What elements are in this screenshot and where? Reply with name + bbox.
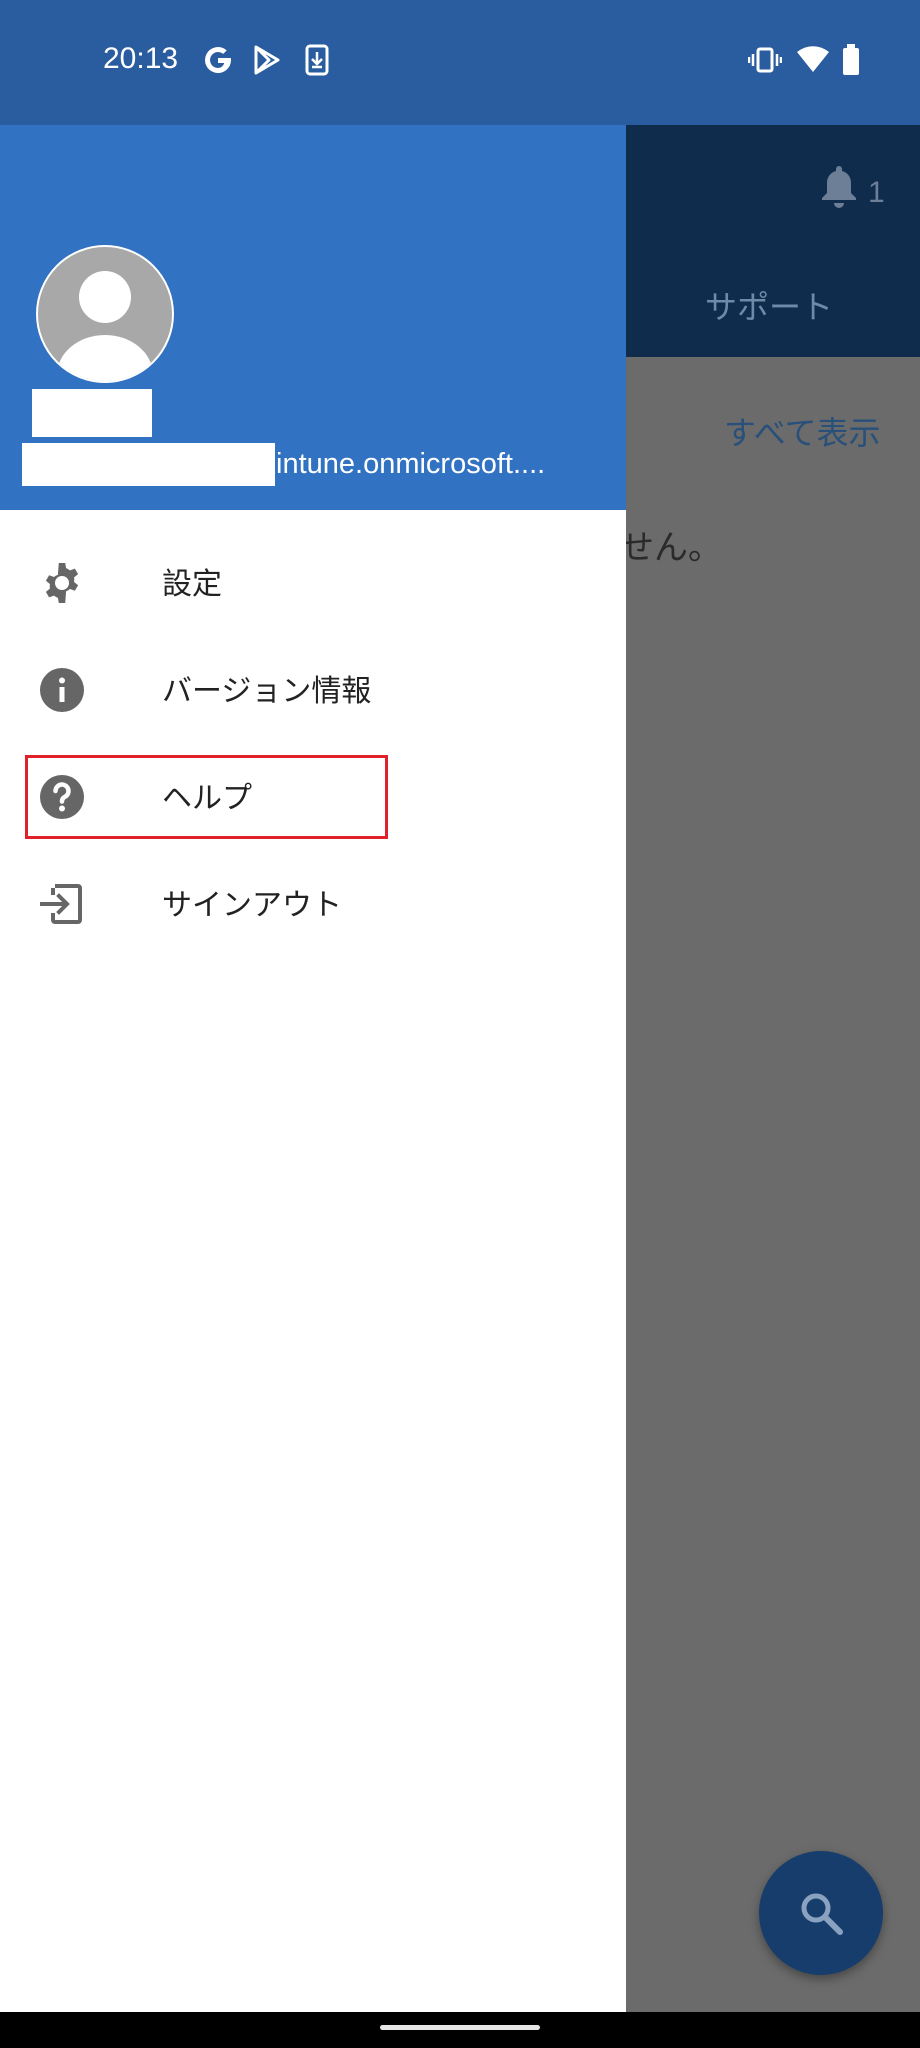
navigation-drawer: intune.onmicrosoft.... 設定 バージョン情報 ヘルプ サイ… — [0, 125, 626, 2012]
gear-icon — [45, 563, 79, 603]
menu-item-version-info[interactable]: バージョン情報 — [0, 638, 626, 738]
download-icon — [305, 44, 329, 76]
tab-support[interactable]: サポート — [705, 282, 833, 328]
gesture-handle[interactable] — [380, 2025, 540, 2030]
search-icon — [801, 1893, 843, 1935]
redacted-email — [22, 443, 275, 486]
play-store-icon — [254, 45, 280, 75]
menu-label-version-info: バージョン情報 — [162, 674, 372, 709]
avatar[interactable] — [36, 245, 174, 383]
redacted-name — [32, 389, 152, 437]
menu-item-settings[interactable]: 設定 — [0, 531, 626, 631]
account-email: intune.onmicrosoft.... — [276, 448, 546, 480]
status-bar: 20:13 — [0, 0, 920, 125]
menu-label-settings: 設定 — [162, 567, 222, 602]
google-icon — [205, 47, 232, 74]
search-fab-button[interactable] — [759, 1851, 883, 1975]
sign-out-icon — [40, 884, 82, 924]
person-icon — [57, 271, 153, 381]
menu-label-sign-out: サインアウト — [162, 888, 342, 923]
info-icon — [40, 668, 84, 712]
drawer-header: intune.onmicrosoft.... — [0, 125, 626, 510]
empty-message: せん。 — [620, 528, 722, 568]
wifi-icon — [797, 46, 829, 72]
system-nav-bar — [0, 2012, 920, 2048]
status-time: 20:13 — [103, 42, 179, 75]
notification-count: 1 — [868, 176, 885, 209]
vibrate-icon — [748, 47, 782, 73]
see-all-link[interactable]: すべて表示 — [724, 408, 880, 454]
menu-item-sign-out[interactable]: サインアウト — [0, 852, 626, 952]
highlight-box — [25, 755, 388, 839]
notification-bell-icon[interactable] — [818, 163, 860, 209]
battery-icon — [843, 44, 859, 75]
